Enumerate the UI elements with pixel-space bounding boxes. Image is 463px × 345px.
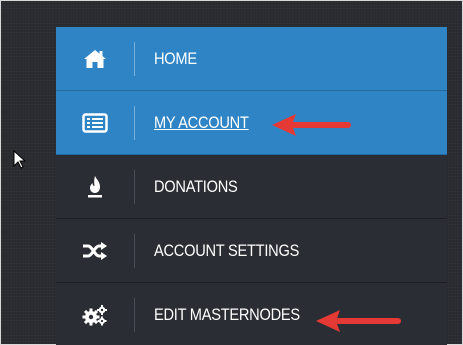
home-icon [56, 27, 134, 90]
account-card-icon [56, 91, 134, 154]
separator [134, 233, 135, 268]
mouse-cursor-icon [13, 150, 27, 169]
menu-item-label: HOME [154, 48, 197, 68]
menu-item-my-account[interactable]: MY ACCOUNT [56, 91, 447, 155]
separator [134, 105, 135, 140]
menu-item-label: ACCOUNT SETTINGS [154, 240, 300, 260]
separator [134, 297, 135, 332]
sidebar-menu: HOME MY ACCOUNT DONATIONS ACCOUNT SETTIN… [56, 27, 447, 345]
menu-item-account-settings[interactable]: ACCOUNT SETTINGS [56, 219, 447, 283]
gears-icon [56, 283, 134, 345]
shuffle-icon [56, 219, 134, 282]
menu-item-label: MY ACCOUNT [154, 112, 249, 132]
menu-item-label: EDIT MASTERNODES [154, 304, 300, 324]
flame-icon [56, 155, 134, 218]
menu-item-donations[interactable]: DONATIONS [56, 155, 447, 219]
red-arrow-annotation [272, 114, 351, 136]
menu-item-home[interactable]: HOME [56, 27, 447, 91]
separator [134, 169, 135, 204]
separator [134, 41, 135, 76]
menu-item-label: DONATIONS [154, 176, 238, 196]
red-arrow-annotation [316, 310, 401, 332]
